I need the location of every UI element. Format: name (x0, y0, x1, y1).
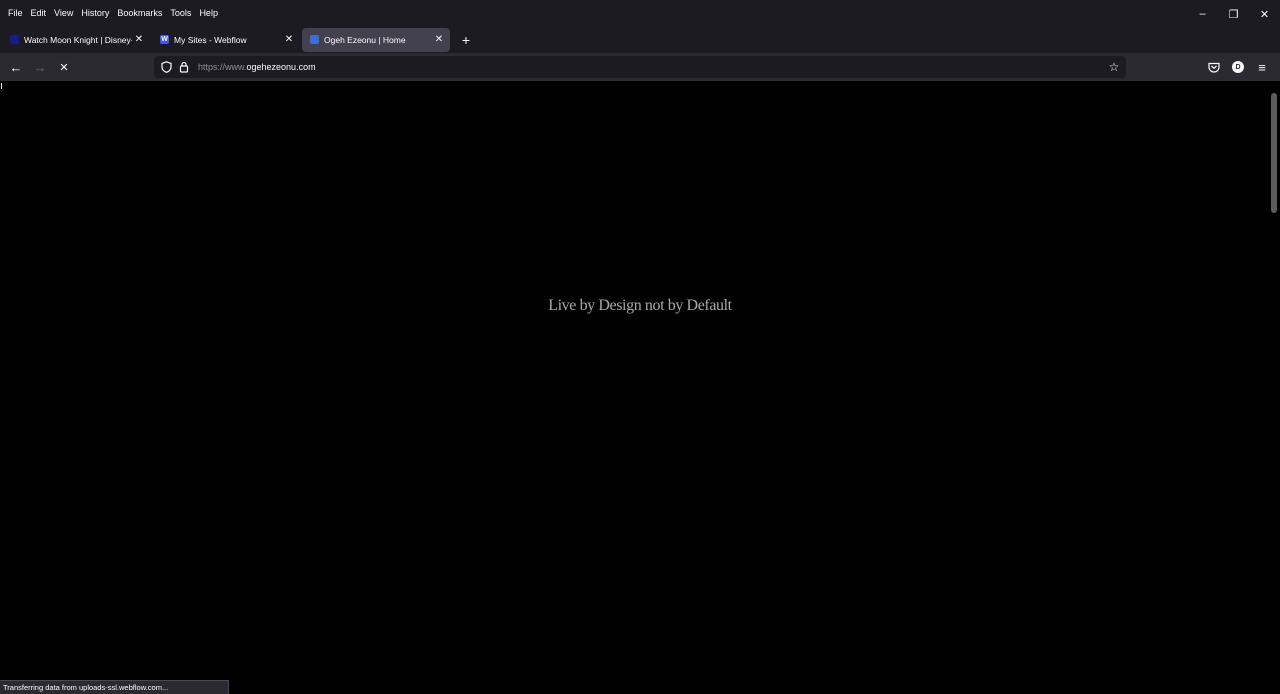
menu-bookmarks[interactable]: Bookmarks (113, 1, 166, 25)
page-content (0, 81, 1268, 694)
tab-close-icon[interactable]: ✕ (132, 33, 146, 47)
toolbar-right: D ≡ (1202, 55, 1274, 79)
menu-file[interactable]: File (4, 1, 27, 25)
tab-close-icon[interactable]: ✕ (282, 33, 296, 47)
app-menu-button[interactable]: ≡ (1250, 55, 1274, 79)
bookmark-star-icon[interactable]: ☆ (1106, 59, 1122, 75)
menu-help[interactable]: Help (195, 1, 222, 25)
menu-history[interactable]: History (77, 1, 113, 25)
menu-tools[interactable]: Tools (166, 1, 195, 25)
disney-favicon-icon (10, 35, 19, 44)
account-avatar[interactable]: D (1226, 55, 1250, 79)
menu-edit[interactable]: Edit (27, 1, 51, 25)
tab-strip: Watch Moon Knight | Disney+ ✕ W My Sites… (0, 26, 1280, 53)
minimize-button[interactable]: – (1187, 0, 1218, 28)
avatar-icon: D (1232, 61, 1244, 73)
back-button[interactable]: ← (4, 55, 28, 79)
url-text[interactable]: https://www.ogehezeonu.com (198, 62, 316, 72)
url-bar[interactable]: https://www.ogehezeonu.com ☆ (154, 56, 1126, 78)
navigation-toolbar: ← → ✕ https://www.ogehezeonu.com ☆ D ≡ (0, 53, 1280, 81)
vertical-scrollbar[interactable] (1268, 81, 1280, 694)
window-controls: – ❐ ✕ (1187, 0, 1280, 28)
shield-icon[interactable] (158, 59, 174, 75)
webflow-favicon-icon: W (160, 35, 169, 44)
menu-items: File Edit View History Bookmarks Tools Help (0, 1, 222, 25)
pocket-icon[interactable] (1202, 55, 1226, 79)
status-bar: Transferring data from uploads-ssl.webfl… (0, 680, 229, 694)
forward-button[interactable]: → (28, 55, 52, 79)
menu-view[interactable]: View (50, 1, 77, 25)
restore-button[interactable]: ❐ (1218, 0, 1249, 28)
menu-bar: File Edit View History Bookmarks Tools Help – … (0, 0, 1280, 26)
url-prefix: https://www. (198, 62, 247, 72)
tab-ogeh-home[interactable]: Ogeh Ezeonu | Home ✕ (302, 27, 450, 52)
tab-webflow[interactable]: W My Sites - Webflow ✕ (152, 28, 300, 52)
tab-title: My Sites - Webflow (174, 34, 247, 45)
tab-disney[interactable]: Watch Moon Knight | Disney+ ✕ (2, 28, 150, 52)
tab-title: Ogeh Ezeonu | Home (324, 34, 406, 45)
page-tagline: Live by Design not by Default (548, 297, 732, 314)
new-tab-button[interactable]: + (454, 28, 478, 52)
lock-icon[interactable] (176, 59, 192, 75)
scroll-thumb[interactable] (1271, 93, 1277, 213)
tab-title: Watch Moon Knight | Disney+ (24, 34, 132, 45)
tab-close-icon[interactable]: ✕ (432, 33, 446, 47)
loading-favicon-icon (310, 35, 319, 44)
url-domain: ogehezeonu.com (246, 62, 316, 72)
stop-button[interactable]: ✕ (52, 55, 76, 79)
text-caret (1, 83, 2, 89)
close-window-button[interactable]: ✕ (1249, 0, 1280, 28)
